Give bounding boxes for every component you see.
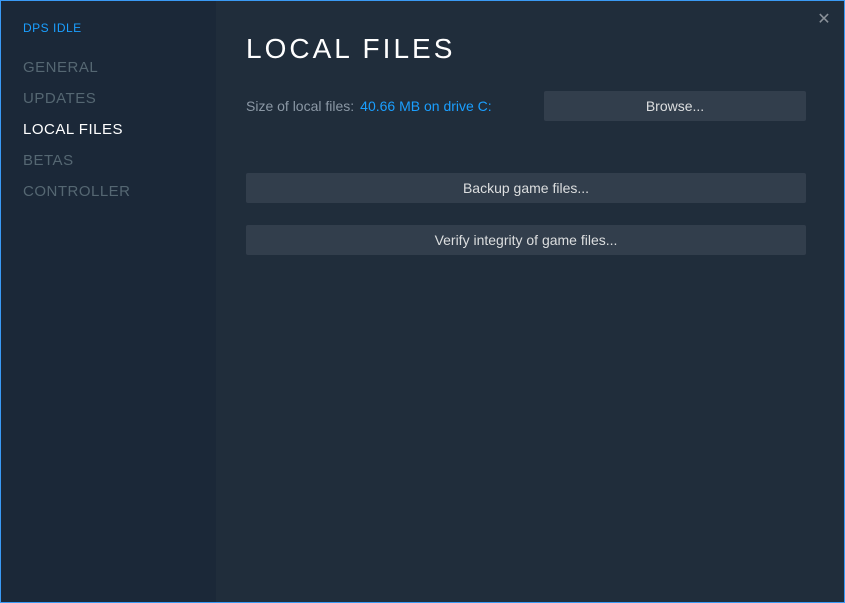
verify-button[interactable]: Verify integrity of game files... [246, 225, 806, 255]
sidebar-item-controller[interactable]: CONTROLLER [23, 183, 216, 200]
sidebar-item-general[interactable]: GENERAL [23, 59, 216, 76]
size-value: 40.66 MB on drive C: [360, 98, 492, 114]
browse-button[interactable]: Browse... [544, 91, 806, 121]
sidebar: DPS IDLE GENERAL UPDATES LOCAL FILES BET… [1, 1, 216, 602]
backup-button[interactable]: Backup game files... [246, 173, 806, 203]
main-panel: LOCAL FILES Size of local files: 40.66 M… [216, 1, 844, 602]
sidebar-item-updates[interactable]: UPDATES [23, 90, 216, 107]
game-title: DPS IDLE [23, 21, 216, 35]
size-label: Size of local files: [246, 98, 354, 114]
sidebar-item-local-files[interactable]: LOCAL FILES [23, 121, 216, 138]
sidebar-item-betas[interactable]: BETAS [23, 152, 216, 169]
size-text: Size of local files: 40.66 MB on drive C… [246, 98, 492, 114]
properties-window: DPS IDLE GENERAL UPDATES LOCAL FILES BET… [1, 1, 844, 602]
size-row: Size of local files: 40.66 MB on drive C… [246, 91, 806, 121]
page-title: LOCAL FILES [246, 33, 806, 65]
close-icon[interactable]: ✕ [814, 9, 834, 29]
